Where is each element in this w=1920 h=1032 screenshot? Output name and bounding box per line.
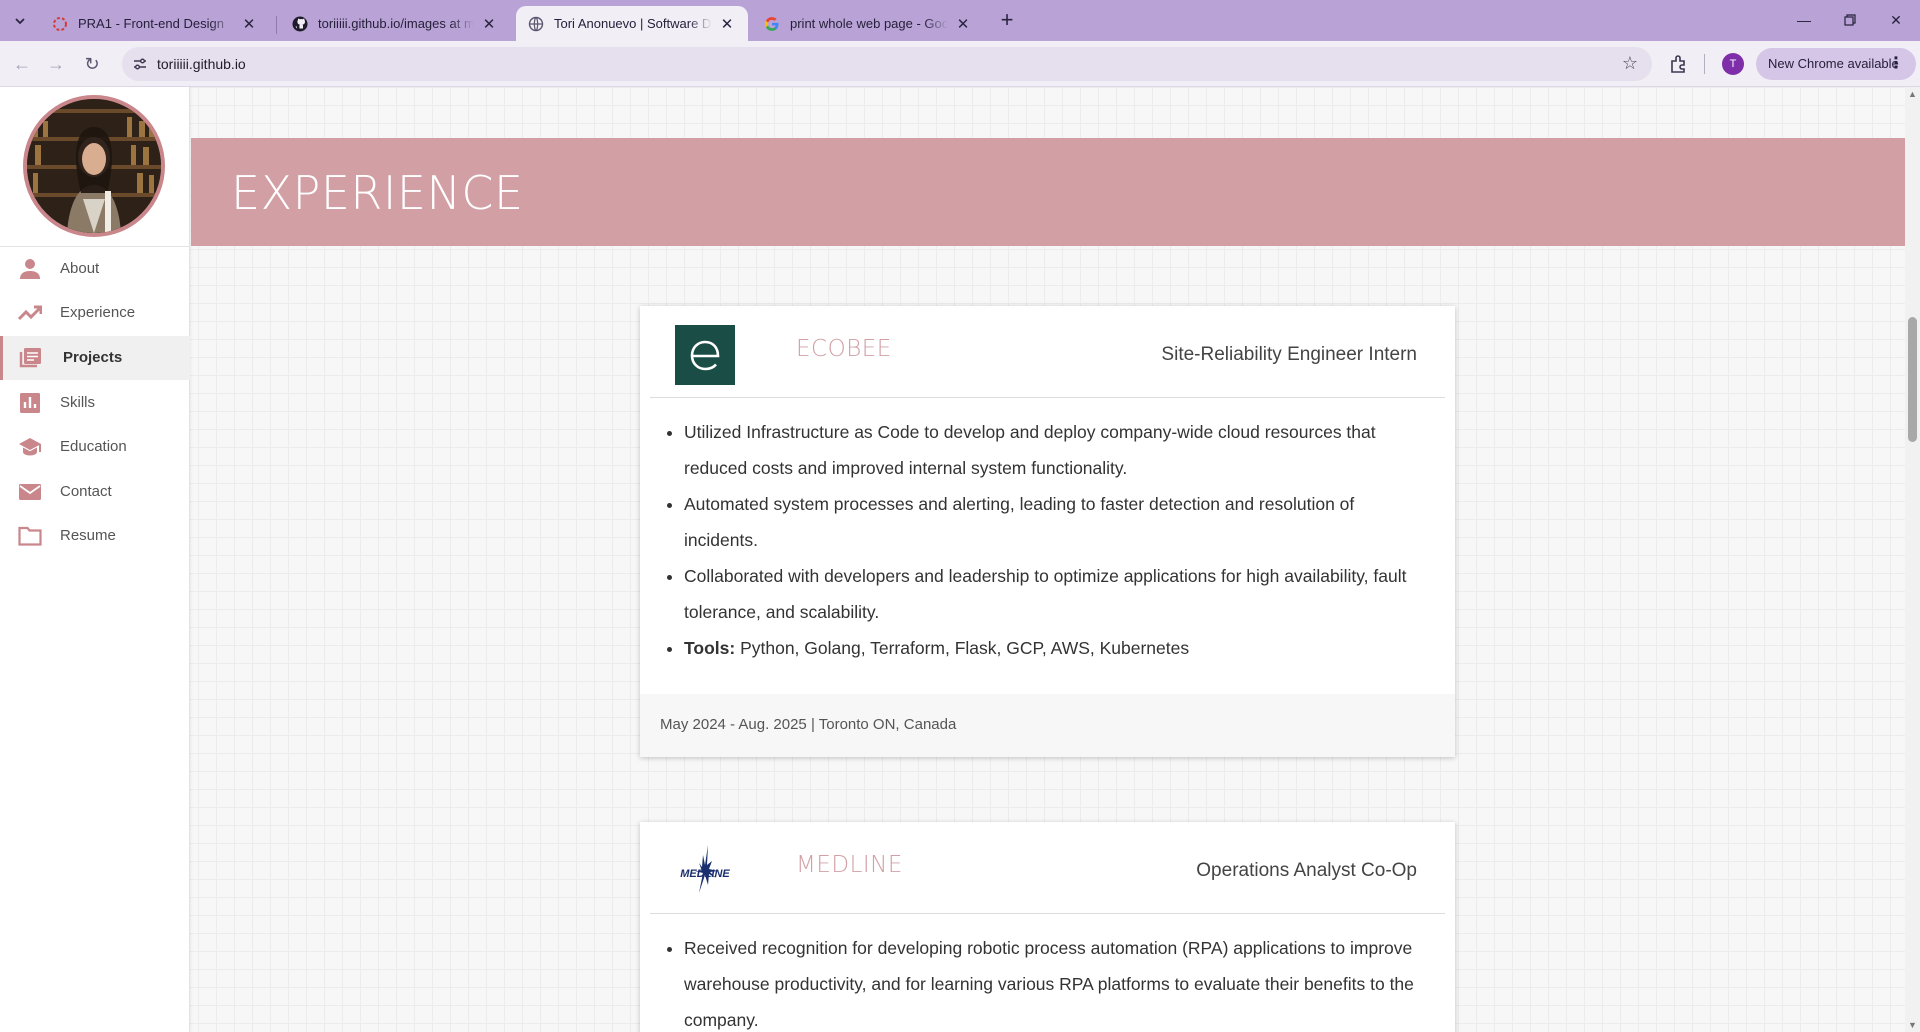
pra-icon (52, 16, 68, 32)
tab-title: toriiiii.github.io/images at main (318, 16, 474, 31)
page-viewport: About Experience Projects Skills Educati… (0, 87, 1920, 1032)
list-item: Collaborated with developers and leaders… (684, 558, 1433, 630)
sidebar-item-label: About (60, 260, 100, 277)
card-header: ECOBEE Site-Reliability Engineer Intern (650, 306, 1445, 398)
folder-icon (18, 526, 42, 546)
profile-photo (23, 95, 165, 237)
tools-label: Tools: (684, 638, 736, 658)
close-icon[interactable]: ✕ (480, 15, 498, 33)
sidebar-item-about[interactable]: About (0, 247, 190, 291)
company-name: MEDLINE (796, 852, 903, 878)
library-icon (19, 348, 41, 368)
restore-button[interactable] (1830, 6, 1870, 34)
list-item: Utilized Infrastructure as Code to devel… (684, 414, 1433, 486)
toolbar-divider (1704, 54, 1705, 74)
sidebar-item-resume[interactable]: Resume (0, 514, 190, 558)
extensions-icon[interactable] (1668, 53, 1690, 75)
browser-tab[interactable]: PRA1 - Front-end Design ✕ (40, 6, 270, 41)
bar-chart-icon (20, 393, 40, 413)
url-text: toriiiii.github.io (157, 56, 246, 72)
card-footer: May 2024 - Aug. 2025 | Toronto ON, Canad… (640, 694, 1455, 757)
browser-tab[interactable]: print whole web page - Google ✕ (752, 6, 984, 41)
update-chrome-button[interactable]: New Chrome available ⋮ (1756, 48, 1916, 80)
sidebar-item-projects[interactable]: Projects (0, 336, 190, 380)
site-info-icon[interactable] (132, 56, 148, 72)
browser-tab[interactable]: toriiiii.github.io/images at main ✕ (280, 6, 510, 41)
back-button[interactable]: ← (8, 50, 36, 78)
tab-title: print whole web page - Google (790, 16, 948, 31)
new-tab-button[interactable]: + (994, 8, 1020, 34)
sidebar-item-education[interactable]: Education (0, 425, 190, 469)
sidebar-item-label: Skills (60, 394, 96, 411)
profile-avatar[interactable]: T (1722, 53, 1744, 75)
experience-card: MEDLINE MEDLINE Operations Analyst Co-Op… (640, 822, 1455, 1032)
person-icon (20, 259, 40, 279)
card-header: MEDLINE MEDLINE Operations Analyst Co-Op (650, 822, 1445, 914)
sidebar-item-label: Resume (60, 527, 116, 544)
sidebar-item-label: Contact (60, 483, 112, 500)
graduation-cap-icon (19, 438, 41, 456)
tab-divider (276, 16, 277, 34)
sidebar-item-label: Projects (63, 349, 123, 366)
medline-logo: MEDLINE (680, 845, 730, 893)
close-icon[interactable]: ✕ (240, 15, 258, 33)
tools-list: Python, Golang, Terraform, Flask, GCP, A… (740, 638, 1190, 658)
sidebar-item-skills[interactable]: Skills (0, 381, 190, 425)
section-header: EXPERIENCE (191, 138, 1905, 246)
profile-section (0, 87, 190, 247)
page-scrollbar[interactable]: ▲ ▼ (1905, 87, 1920, 1032)
company-name: ECOBEE (796, 336, 892, 362)
close-icon[interactable]: ✕ (954, 15, 972, 33)
sidebar: About Experience Projects Skills Educati… (0, 87, 190, 1032)
scroll-down-icon[interactable]: ▼ (1908, 1020, 1917, 1030)
trending-icon (18, 305, 42, 321)
ecobee-logo (675, 325, 735, 385)
mail-icon (19, 484, 41, 500)
minimize-button[interactable]: — (1784, 6, 1824, 34)
sidebar-item-experience[interactable]: Experience (0, 291, 190, 335)
chevron-down-icon (15, 18, 25, 25)
browser-tab-active[interactable]: Tori Anonuevo | Software Devel ✕ (516, 6, 748, 41)
restore-icon (1844, 14, 1856, 26)
tab-title: Tori Anonuevo | Software Devel (554, 16, 712, 31)
tab-title: PRA1 - Front-end Design (78, 16, 224, 31)
date-location: May 2024 - Aug. 2025 | Toronto ON, Canad… (660, 716, 957, 733)
sidebar-item-label: Experience (60, 304, 136, 321)
responsibilities-list: Utilized Infrastructure as Code to devel… (640, 398, 1455, 666)
list-item: Automated system processes and alerting,… (684, 486, 1433, 558)
github-icon (292, 16, 308, 32)
browser-toolbar: ← → ↻ toriiiii.github.io ☆ T New Chrome … (0, 41, 1920, 87)
tab-search-button[interactable] (8, 10, 32, 32)
experience-card: ECOBEE Site-Reliability Engineer Intern … (640, 306, 1455, 757)
section-title: EXPERIENCE (231, 166, 524, 220)
update-label: New Chrome available (1768, 56, 1899, 71)
job-title: Operations Analyst Co-Op (1196, 860, 1417, 881)
forward-button[interactable]: → (42, 50, 70, 78)
scroll-thumb[interactable] (1908, 317, 1917, 442)
job-title: Site-Reliability Engineer Intern (1161, 344, 1417, 365)
more-menu-icon: ⋮ (1888, 55, 1904, 72)
google-icon (764, 16, 780, 32)
sidebar-item-label: Education (60, 438, 127, 455)
sidebar-item-contact[interactable]: Contact (0, 470, 190, 514)
tools-item: Tools: Python, Golang, Terraform, Flask,… (684, 630, 1433, 666)
scroll-up-icon[interactable]: ▲ (1908, 89, 1917, 99)
browser-tab-strip: PRA1 - Front-end Design ✕ toriiiii.githu… (0, 0, 1920, 41)
svg-text:MEDLINE: MEDLINE (680, 868, 730, 880)
list-item: Received recognition for developing robo… (684, 930, 1433, 1032)
bookmark-star-icon[interactable]: ☆ (1622, 53, 1638, 74)
address-bar[interactable]: toriiiii.github.io ☆ (122, 47, 1652, 81)
close-window-button[interactable]: ✕ (1876, 6, 1916, 34)
globe-icon (528, 16, 544, 32)
responsibilities-list: Received recognition for developing robo… (640, 914, 1455, 1032)
close-icon[interactable]: ✕ (718, 15, 736, 33)
reload-button[interactable]: ↻ (78, 50, 106, 78)
